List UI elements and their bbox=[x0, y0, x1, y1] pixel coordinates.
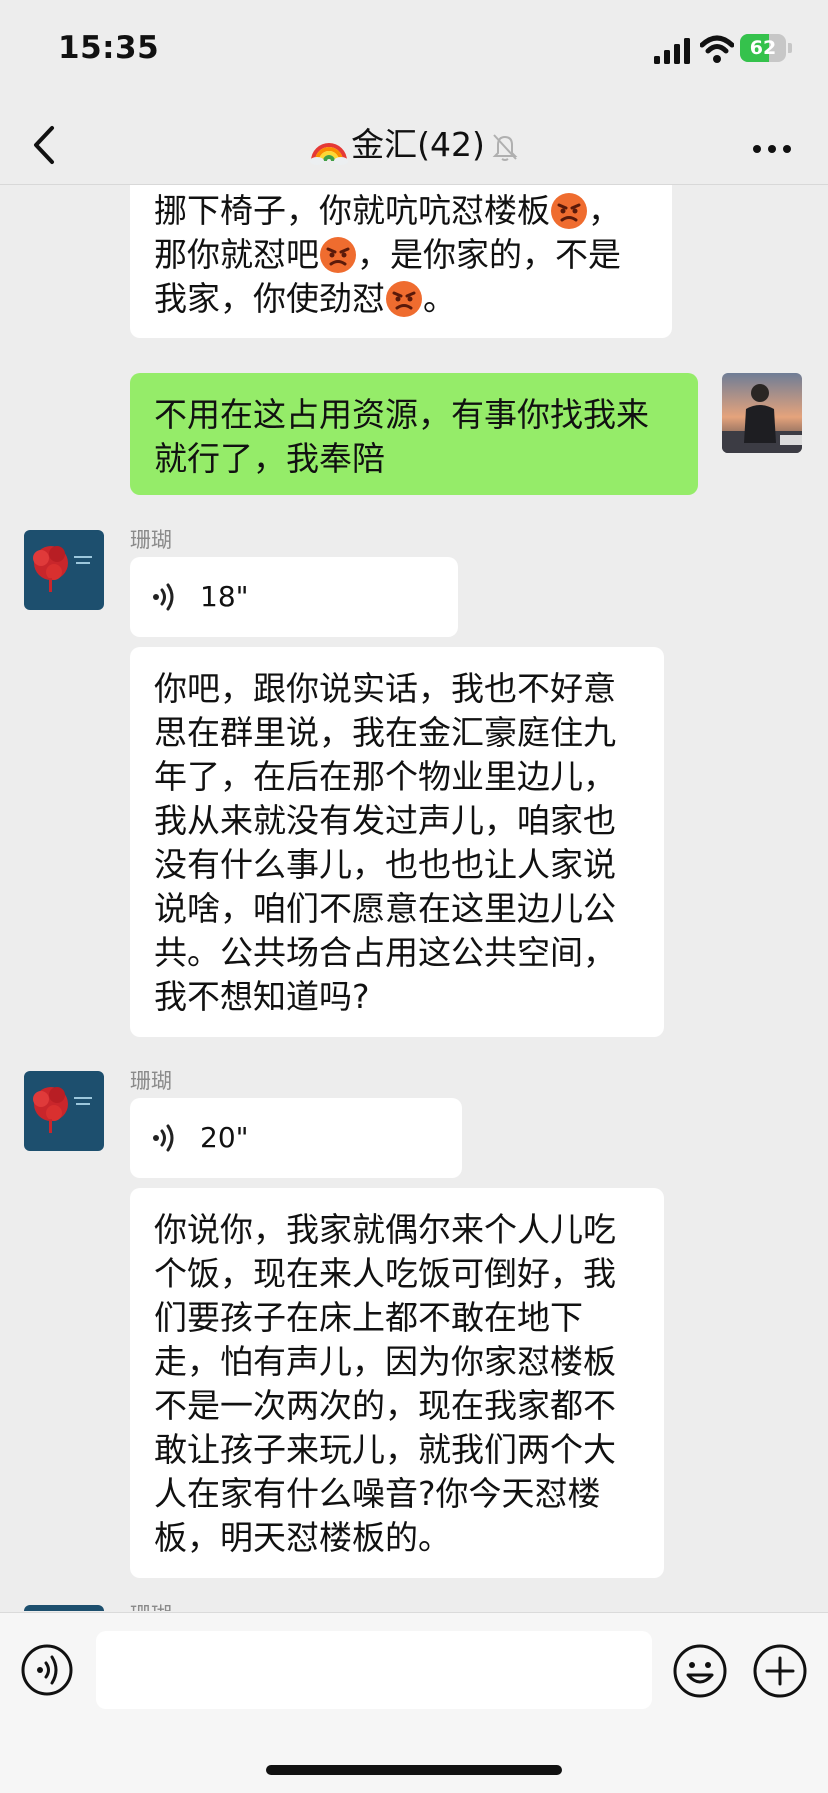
rainbow-icon bbox=[310, 142, 349, 165]
wifi-icon bbox=[700, 35, 734, 63]
sender-name: 珊瑚 bbox=[130, 528, 172, 552]
angry-emoji-icon bbox=[386, 281, 422, 317]
chat-header: 金汇(42) bbox=[0, 110, 828, 185]
message-bubble-self[interactable]: 不用在这占用资源，有事你找我来就行了，我奉陪 bbox=[130, 373, 698, 495]
voice-duration: 18" bbox=[200, 580, 249, 613]
voice-wave-icon bbox=[153, 583, 174, 611]
status-time: 15:35 bbox=[58, 30, 160, 66]
voice-wave-icon bbox=[153, 1124, 174, 1152]
plus-icon[interactable] bbox=[752, 1643, 808, 1699]
status-bar: 15:35 62 bbox=[0, 0, 828, 110]
sender-avatar[interactable] bbox=[24, 530, 104, 610]
sender-name: 珊瑚 bbox=[130, 1069, 172, 1093]
message-bubble[interactable]: 你说你，我家就偶尔来个人儿吃个饭，现在来人吃饭可倒好，我们要孩子在床上都不敢在地… bbox=[130, 1188, 664, 1578]
voice-message[interactable]: 18" bbox=[130, 557, 458, 637]
chat-title-text: 金汇(42) bbox=[351, 125, 485, 164]
self-avatar[interactable] bbox=[722, 373, 802, 453]
message-bubble[interactable]: 挪下椅子，你就吭吭怼楼板， 那你就怼吧 ，是你家的，不是 我家，你使劲怼。 bbox=[130, 185, 672, 338]
message-bubble[interactable]: 你吧，跟你说实话，我也不好意思在群里说，我在金汇豪庭住九年了，在后在那个物业里边… bbox=[130, 647, 664, 1037]
mute-bell-icon bbox=[492, 133, 518, 161]
message-list[interactable]: 挪下椅子，你就吭吭怼楼板， 那你就怼吧 ，是你家的，不是 我家，你使劲怼。 不用在… bbox=[0, 185, 828, 1611]
sender-name: 珊瑚 bbox=[130, 1599, 172, 1611]
sender-avatar[interactable] bbox=[24, 1605, 104, 1611]
voice-message[interactable]: 20" bbox=[130, 1098, 462, 1178]
angry-emoji-icon bbox=[320, 237, 356, 273]
angry-emoji-icon bbox=[551, 193, 587, 229]
home-indicator bbox=[266, 1765, 562, 1775]
battery-percent: 62 bbox=[749, 37, 777, 59]
battery-indicator: 62 bbox=[740, 34, 792, 64]
more-icon[interactable] bbox=[752, 144, 792, 154]
cellular-signal-icon bbox=[654, 38, 690, 64]
message-input[interactable] bbox=[96, 1631, 652, 1709]
chat-title: 金汇(42) bbox=[0, 120, 828, 170]
input-bar bbox=[0, 1612, 828, 1793]
voice-duration: 20" bbox=[200, 1121, 249, 1154]
sender-avatar[interactable] bbox=[24, 1071, 104, 1151]
voice-toggle-icon[interactable] bbox=[20, 1643, 74, 1697]
emoji-button-icon[interactable] bbox=[672, 1643, 728, 1699]
